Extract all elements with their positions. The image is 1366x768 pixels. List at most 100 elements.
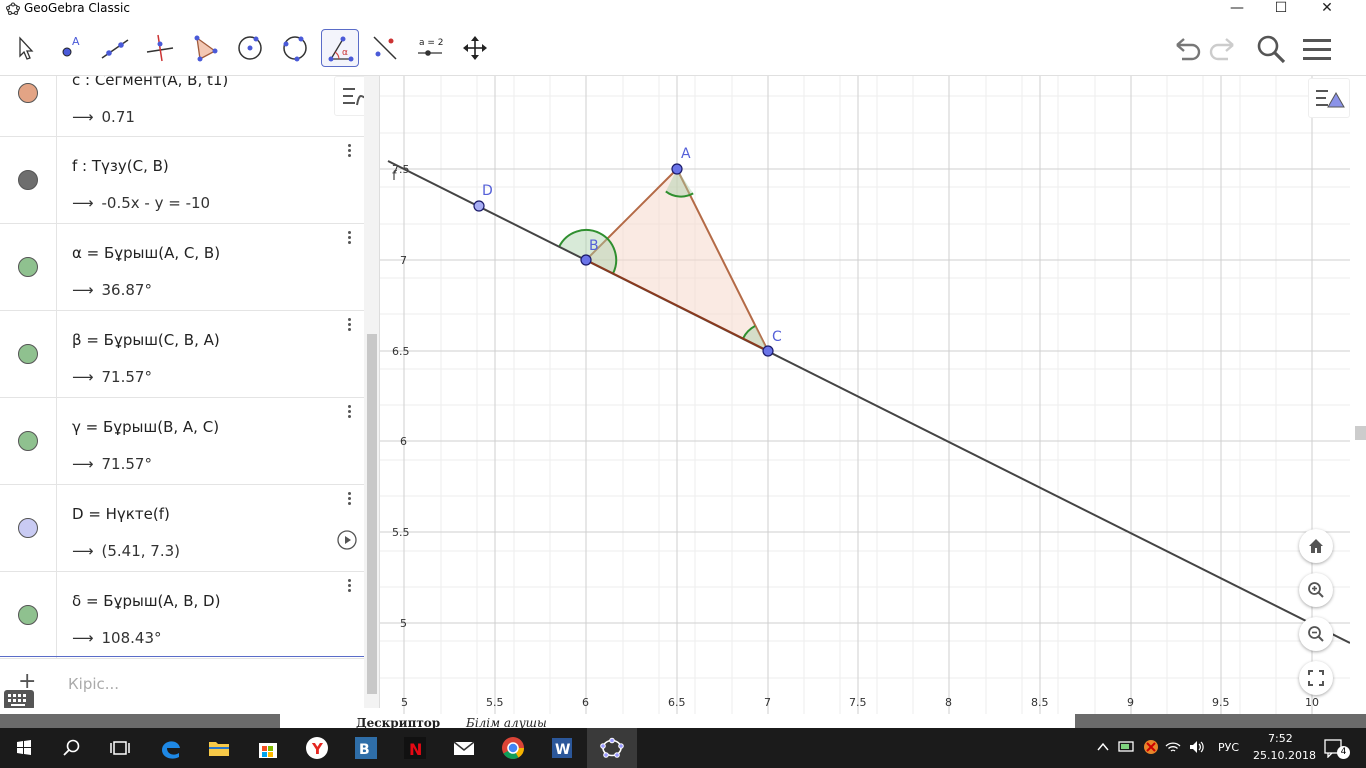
minimize-button[interactable]: — bbox=[1214, 0, 1260, 18]
polygon-tool-button[interactable] bbox=[186, 29, 224, 67]
line-f[interactable] bbox=[387, 160, 1350, 644]
visibility-marble[interactable] bbox=[18, 170, 38, 190]
word-icon[interactable]: W bbox=[548, 734, 576, 762]
yandex-browser-icon[interactable]: Y bbox=[303, 734, 331, 762]
home-icon bbox=[1309, 539, 1323, 553]
point-b-label: B bbox=[589, 238, 599, 254]
line-tool-button[interactable] bbox=[96, 29, 134, 67]
volume-icon[interactable] bbox=[1188, 738, 1206, 756]
row-menu-icon[interactable] bbox=[345, 405, 353, 421]
visibility-marble[interactable] bbox=[18, 257, 38, 277]
visibility-marble[interactable] bbox=[18, 605, 38, 625]
zoom-in-button[interactable] bbox=[1299, 573, 1333, 607]
visibility-marble[interactable] bbox=[18, 344, 38, 364]
algebra-row[interactable]: δ = Бұрыш(A, B, D) ⟶ 108.43° bbox=[0, 572, 364, 659]
close-button[interactable]: ✕ bbox=[1304, 0, 1350, 18]
menu-hamburger-icon[interactable] bbox=[1300, 32, 1334, 66]
row-definition[interactable]: f : Түзу(C, B) bbox=[72, 157, 169, 175]
algebra-row[interactable]: β = Бұрыш(C, B, A) ⟶ 71.57° bbox=[0, 311, 364, 398]
scrollbar-thumb[interactable] bbox=[367, 334, 377, 694]
chevron-up-icon[interactable] bbox=[1096, 740, 1110, 754]
clock-time[interactable]: 7:52 bbox=[1268, 732, 1293, 745]
window-scrollbar[interactable] bbox=[1350, 76, 1366, 714]
point-a[interactable] bbox=[671, 163, 683, 175]
circle-tool-button[interactable] bbox=[231, 29, 269, 67]
point-icon: A bbox=[62, 35, 80, 57]
row-definition[interactable]: c : Сегмент(A, B, t1) bbox=[72, 76, 228, 89]
play-animation-icon[interactable] bbox=[336, 529, 358, 551]
algebra-input-field[interactable]: Кіріс... bbox=[68, 675, 119, 693]
clock-date[interactable]: 25.10.2018 bbox=[1253, 749, 1316, 762]
vk-app-icon[interactable]: B bbox=[352, 734, 380, 762]
row-definition[interactable]: β = Бұрыш(C, B, A) bbox=[72, 331, 220, 349]
chrome-icon[interactable] bbox=[499, 734, 527, 762]
row-menu-icon[interactable] bbox=[345, 144, 353, 160]
algebra-input-row[interactable]: + Кіріс... bbox=[0, 656, 364, 708]
row-definition[interactable]: γ = Бұрыш(B, A, C) bbox=[72, 418, 219, 436]
algebra-row[interactable]: f : Түзу(C, B) ⟶ -0.5x - y = -10 bbox=[0, 137, 364, 224]
antivirus-icon[interactable] bbox=[1142, 738, 1160, 756]
row-menu-icon[interactable] bbox=[345, 318, 353, 334]
mail-icon[interactable] bbox=[450, 734, 478, 762]
row-menu-icon[interactable] bbox=[345, 231, 353, 247]
algebra-row[interactable]: c : Сегмент(A, B, t1) ⟶ 0.71 bbox=[0, 76, 364, 137]
maximize-button[interactable]: ☐ bbox=[1258, 0, 1304, 18]
wifi-icon[interactable] bbox=[1164, 738, 1182, 756]
circle-three-points-icon bbox=[283, 36, 307, 62]
algebra-row[interactable]: D = Нүкте(f) ⟶ (5.41, 7.3) bbox=[0, 485, 364, 572]
netflix-icon[interactable]: N bbox=[401, 734, 429, 762]
notification-count-badge: 4 bbox=[1337, 746, 1350, 759]
triangle-icon bbox=[194, 35, 218, 62]
reflect-tool-button[interactable] bbox=[366, 29, 404, 67]
point-b[interactable] bbox=[580, 254, 592, 266]
circle-center-icon bbox=[238, 36, 262, 60]
redo-icon[interactable] bbox=[1206, 32, 1240, 66]
svg-text:W: W bbox=[555, 742, 570, 758]
row-divider bbox=[56, 572, 57, 658]
graphics-style-bar-button[interactable] bbox=[1308, 78, 1350, 118]
file-explorer-icon[interactable] bbox=[205, 734, 233, 762]
row-definition[interactable]: D = Нүкте(f) bbox=[72, 505, 170, 523]
point-tool-button[interactable]: A bbox=[51, 29, 89, 67]
visibility-marble[interactable] bbox=[18, 431, 38, 451]
search-icon[interactable] bbox=[1254, 32, 1288, 66]
graphics-view[interactable]: 5 5.5 6 6.5 7 7.5 8 8.5 9 9.5 10 7.5 7 6… bbox=[380, 76, 1350, 714]
coordinate-plane[interactable]: 5 5.5 6 6.5 7 7.5 8 8.5 9 9.5 10 7.5 7 6… bbox=[380, 76, 1350, 714]
zoom-out-button[interactable] bbox=[1299, 617, 1333, 651]
search-icon[interactable] bbox=[58, 734, 86, 762]
point-d[interactable] bbox=[473, 200, 485, 212]
svg-text:A: A bbox=[72, 35, 80, 48]
undo-icon[interactable] bbox=[1170, 32, 1204, 66]
row-definition[interactable]: δ = Бұрыш(A, B, D) bbox=[72, 592, 220, 610]
row-menu-icon[interactable] bbox=[345, 579, 353, 595]
keyboard-icon[interactable] bbox=[4, 690, 34, 708]
angle-tool-button[interactable]: α bbox=[321, 29, 359, 67]
row-value: ⟶ 108.43° bbox=[72, 629, 162, 647]
store-icon[interactable] bbox=[254, 734, 282, 762]
task-view-icon[interactable] bbox=[106, 734, 134, 762]
home-button[interactable] bbox=[1299, 529, 1333, 563]
point-c[interactable] bbox=[762, 345, 774, 357]
visibility-marble[interactable] bbox=[18, 518, 38, 538]
fullscreen-button[interactable] bbox=[1299, 661, 1333, 695]
circle-three-points-tool-button[interactable] bbox=[276, 29, 314, 67]
battery-icon[interactable] bbox=[1118, 739, 1136, 755]
window-title: GeoGebra Classic bbox=[24, 1, 130, 15]
move-tool-button[interactable] bbox=[6, 29, 44, 67]
move-graphics-tool-button[interactable] bbox=[456, 29, 494, 67]
windows-start-icon[interactable] bbox=[10, 734, 38, 762]
arrow-right-icon: ⟶ bbox=[72, 542, 94, 560]
geogebra-taskbar-icon[interactable] bbox=[598, 734, 626, 762]
algebra-row[interactable]: γ = Бұрыш(B, A, C) ⟶ 71.57° bbox=[0, 398, 364, 485]
row-definition[interactable]: α = Бұрыш(A, C, B) bbox=[72, 244, 220, 262]
visibility-marble[interactable] bbox=[18, 83, 38, 103]
row-menu-icon[interactable] bbox=[345, 492, 353, 508]
point-d-label: D bbox=[482, 183, 493, 199]
edge-browser-icon[interactable] bbox=[157, 734, 185, 762]
algebra-row[interactable]: α = Бұрыш(A, C, B) ⟶ 36.87° bbox=[0, 224, 364, 311]
perpendicular-tool-button[interactable] bbox=[141, 29, 179, 67]
slider-tool-button[interactable]: a = 2 bbox=[411, 29, 449, 67]
algebra-scrollbar[interactable] bbox=[364, 76, 379, 708]
language-indicator[interactable]: РУС bbox=[1218, 741, 1239, 754]
scrollbar-thumb[interactable] bbox=[1355, 426, 1366, 440]
